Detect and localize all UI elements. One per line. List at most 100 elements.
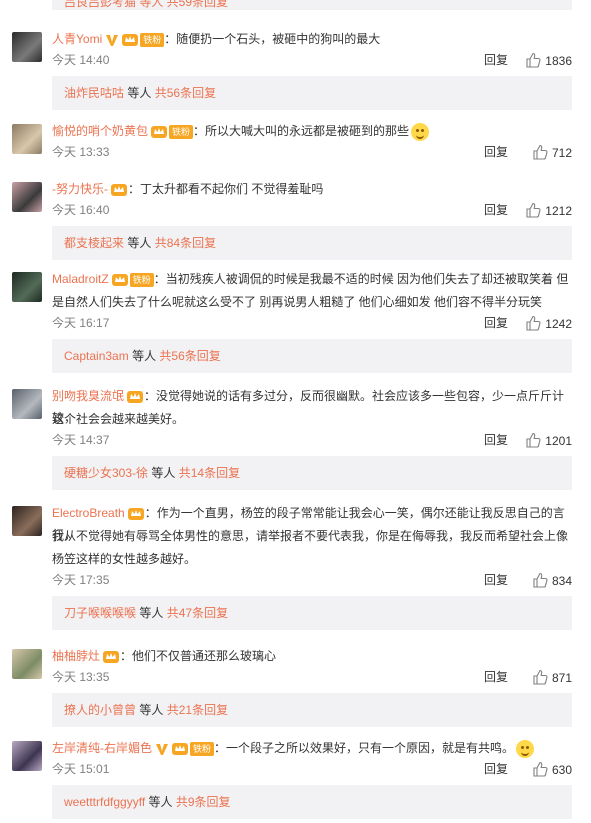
verified-v-icon [156, 743, 168, 755]
reply-button[interactable]: 回复 [484, 52, 508, 68]
reply-summary[interactable]: weetttrfdfggyyff 等人 共9条回复 [52, 785, 572, 819]
like-button[interactable]: 871 [532, 669, 572, 686]
like-button[interactable]: 1242 [525, 315, 572, 332]
reply-button[interactable]: 回复 [484, 315, 508, 331]
comment-body: ：丁太升都看不起你们 不觉得羞耻吗 [128, 182, 324, 196]
reply-count-link[interactable]: 共56条回复 [159, 349, 220, 363]
avatar[interactable] [12, 182, 42, 212]
reply-button[interactable]: 回复 [484, 202, 508, 218]
comment-username[interactable]: 柚柚脖灶 [52, 649, 100, 663]
reply-others-label: 等人 [132, 349, 157, 363]
reply-count-link[interactable]: 共21条回复 [167, 703, 228, 717]
reply-summary[interactable]: 油炸民咕咕 等人 共56条回复 [52, 76, 572, 110]
reply-button[interactable]: 回复 [484, 761, 508, 777]
comment-meta: 今天 13:35 回复 871 [52, 669, 572, 685]
reply-count-link[interactable]: 共84条回复 [155, 236, 216, 250]
like-count: 871 [551, 671, 572, 685]
reply-summary-text: Captain3am 等人 共56条回复 [64, 349, 221, 363]
avatar[interactable] [12, 741, 42, 771]
thumbs-up-icon [533, 572, 548, 588]
reply-summary[interactable]: Captain3am 等人 共56条回复 [52, 339, 572, 373]
comment-body-continued: 是自然人们失去了什么呢就这么受不了 别再说男人粗糙了 他们心细如发 他们容不得半… [52, 295, 543, 309]
avatar[interactable] [12, 649, 42, 679]
reply-username[interactable]: 刀子喉喉喉喉 [64, 606, 136, 620]
fan-crown-icon [151, 125, 168, 138]
like-count: 1201 [545, 434, 572, 448]
comment-text-line: 左岸清纯-右岸媚色 铁粉 ：一个段子之所以效果好，只有一个原因，就是有共鸣。 [52, 737, 572, 759]
like-button[interactable]: 630 [532, 761, 572, 778]
reply-button[interactable]: 回复 [484, 432, 508, 448]
comment-username[interactable]: -努力快乐- [52, 182, 108, 196]
reply-button[interactable]: 回复 [484, 144, 508, 160]
reply-others-label: 等人 [148, 795, 173, 809]
comment-body: ：当初残疾人被调侃的时候是我最不适的时候 因为他们失去了却还被取笑着 但 [153, 272, 569, 286]
reply-summary[interactable]: 都支棱起来 等人 共84条回复 [52, 226, 572, 260]
thumbs-up-icon [526, 52, 541, 68]
like-button[interactable]: 712 [532, 144, 572, 161]
comment-body: ：他们不仅普通还那么玻璃心 [120, 649, 277, 663]
comment-time: 今天 17:35 [52, 573, 110, 587]
avatar[interactable] [12, 124, 42, 154]
smile-emoji-icon [411, 122, 430, 141]
comment-username[interactable]: ElectroBreath [52, 506, 125, 520]
reply-summary[interactable]: 刀子喉喉喉喉 等人 共47条回复 [52, 596, 572, 630]
previous-replies-text: 吕良吕彭考猫 等人 共59条回复 [64, 0, 229, 9]
comment-time: 今天 13:33 [52, 145, 110, 159]
avatar[interactable] [12, 32, 42, 62]
like-button[interactable]: 834 [532, 572, 572, 589]
comment-username[interactable]: 人青Yomi [52, 32, 102, 46]
comment-body: ：随便扔一个石头，被砸中的狗叫的最大 [164, 32, 381, 46]
reply-summary-text: 刀子喉喉喉喉 等人 共47条回复 [64, 606, 228, 620]
reply-count-link[interactable]: 共9条回复 [176, 795, 231, 809]
reply-summary[interactable]: 硬糖少女303-徐 等人 共14条回复 [52, 456, 572, 490]
reply-button[interactable]: 回复 [484, 669, 508, 685]
fan-crown-icon [127, 390, 144, 403]
avatar[interactable] [12, 506, 42, 536]
previous-replies-bar[interactable]: 吕良吕彭考猫 等人 共59条回复 [52, 0, 572, 10]
comment-text-line: 柚柚脖灶 ：他们不仅普通还那么玻璃心 [52, 645, 572, 667]
fan-badge: 铁粉 [190, 741, 215, 756]
comment-text-line: 愉悦的哨个奶黄包 铁粉 ：所以大喊大叫的永远都是被砸到的那些 [52, 120, 572, 142]
like-count: 1242 [545, 317, 572, 331]
comment-body: ：一个段子之所以效果好，只有一个原因，就是有共鸣。 [214, 741, 515, 755]
fan-crown-icon [111, 183, 127, 196]
fan-crown-icon [172, 742, 188, 755]
comment-meta: 今天 17:35 回复 834 [52, 572, 572, 588]
reply-username[interactable]: 撩人的小曾曾 [64, 703, 136, 717]
fan-crown-icon [127, 507, 144, 520]
avatar[interactable] [12, 272, 42, 302]
comment-text-line: -努力快乐- ：丁太升都看不起你们 不觉得羞耻吗 [52, 178, 572, 200]
comment-username[interactable]: MaladroitZ [52, 272, 109, 286]
reply-username[interactable]: Captain3am [64, 349, 129, 363]
like-count: 1212 [545, 204, 572, 218]
reply-summary-text: 都支棱起来 等人 共84条回复 [64, 236, 216, 250]
fan-badge: 铁粉 [140, 32, 165, 47]
thumbs-up-icon [526, 202, 541, 218]
comment-time: 今天 15:01 [52, 762, 110, 776]
avatar[interactable] [12, 389, 42, 419]
comment-username[interactable]: 别吻我臭流氓 [52, 389, 124, 403]
thumbs-up-icon [526, 315, 541, 331]
comment-time: 今天 14:37 [52, 433, 110, 447]
reply-username[interactable]: 硬糖少女303-徐 [64, 466, 148, 480]
fan-crown-icon [103, 650, 120, 663]
reply-others-label: 等人 [151, 466, 176, 480]
reply-count-link[interactable]: 共47条回复 [167, 606, 228, 620]
comment-meta: 今天 13:33 回复 712 [52, 144, 572, 160]
reply-summary-text: weetttrfdfggyyff 等人 共9条回复 [64, 795, 231, 809]
reply-username[interactable]: 都支棱起来 [64, 236, 124, 250]
comment-username[interactable]: 左岸清纯-右岸媚色 [52, 741, 152, 755]
reply-count-link[interactable]: 共14条回复 [179, 466, 240, 480]
reply-others-label: 等人 [127, 236, 152, 250]
reply-username[interactable]: 油炸民咕咕 [64, 86, 124, 100]
reply-count-link[interactable]: 共56条回复 [155, 86, 216, 100]
reply-summary[interactable]: 撩人的小曾曾 等人 共21条回复 [52, 693, 572, 727]
reply-button[interactable]: 回复 [484, 572, 508, 588]
like-button[interactable]: 1836 [525, 52, 572, 69]
comment-username[interactable]: 愉悦的哨个奶黄包 [52, 124, 148, 138]
like-button[interactable]: 1212 [525, 202, 572, 219]
like-button[interactable]: 1201 [525, 432, 572, 449]
fan-badge: 铁粉 [169, 124, 194, 139]
like-count: 630 [551, 763, 572, 777]
reply-username[interactable]: weetttrfdfggyyff [64, 795, 145, 809]
